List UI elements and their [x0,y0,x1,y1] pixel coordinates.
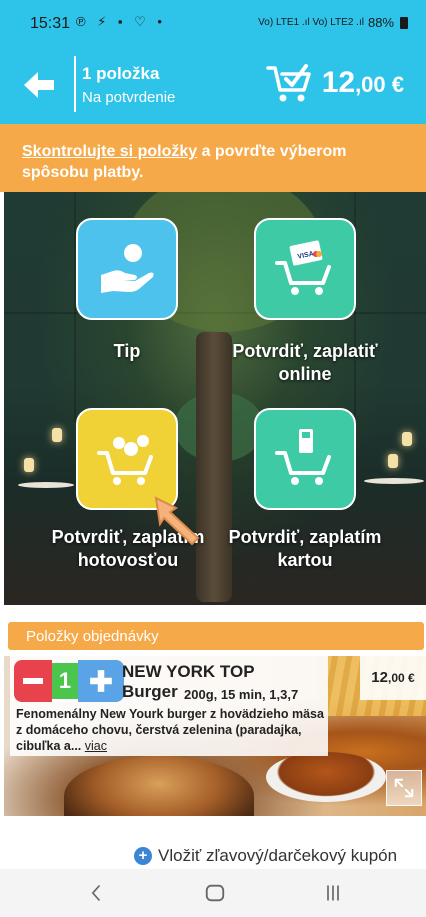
battery-text: 88% [367,15,394,30]
card-cart-icon: VISA [275,240,331,295]
system-navigation-bar [0,869,426,917]
recents-icon [327,885,339,901]
pay-online-button[interactable]: VISA [254,218,356,320]
pay-online-label: Potvrdiť, zaplatiť online [232,341,378,384]
food-image-sauce [266,752,386,802]
table-lamp [402,432,412,446]
coins-cart-icon [97,435,153,485]
minus-icon [23,678,43,684]
hand-coin-icon [101,244,154,293]
status-bar: 15:31 ℗ ⚡ ▪ ♡ • Vo) LTE1 .ıl Vo) LTE2 .ı… [0,0,426,46]
item-name-line2: Burger [122,682,178,701]
item-description-text: Fenomenálny New Yourk burger z hovädzieh… [16,707,324,753]
nav-home-button[interactable] [202,881,228,905]
quantity-stepper: 1 [14,660,124,702]
battery-icon [400,16,408,29]
item-count: 1 položka [82,64,160,83]
quantity-value: 1 [52,660,78,702]
coupon-label: Vložiť zľavový/darčekový kupón [158,846,398,865]
add-coupon-link[interactable]: + Vložiť zľavový/darčekový kupón [134,846,397,866]
plus-icon [90,670,112,692]
table-lamp [52,428,62,442]
header-divider [74,56,76,112]
expand-image-button[interactable] [386,770,422,806]
pay-card-button[interactable] [254,408,356,510]
tip-label: Tip [113,341,141,361]
table-lamp [24,458,34,472]
status-time: 15:31 [30,15,71,32]
total-price-main: 12 [321,66,356,99]
network-icon: Vo) LTE1 .ıl Vo) LTE2 .ıl [258,17,364,28]
nav-recents-button[interactable] [320,881,346,905]
restaurant-table [18,482,74,488]
instruction-banner: Skontrolujte si položky a povrďte výbero… [0,124,426,192]
table-lamp [388,454,398,468]
header-subtitle: Na potvrdenie [82,89,176,106]
increase-quantity-button[interactable] [78,660,124,702]
item-name: NEW YORK TOP [122,662,255,681]
status-system-icons: Vo) LTE1 .ıl Vo) LTE2 .ıl 88% [258,15,408,30]
cart-check-icon[interactable] [266,62,312,104]
pay-card-label: Potvrdiť, zaplatím kartou [228,527,382,570]
item-price-main: 12 [371,669,388,686]
hand-pointer-icon [154,496,200,546]
food-image-burger [64,756,254,816]
nav-back-button[interactable] [84,881,110,905]
back-button[interactable] [22,68,56,102]
terminal-cart-icon [275,429,331,485]
status-notification-icons: ℗ ⚡ ▪ ♡ • [76,14,166,29]
order-item-card[interactable]: 1 NEW YORK TOP Burger 200g, 15 min, 1,3,… [4,656,426,816]
tip-button[interactable] [76,218,178,320]
order-items-header: Položky objednávky [8,622,424,650]
item-price-cents: ,00 € [387,671,415,685]
home-icon [205,884,225,902]
total-price: 12,00 € [322,66,404,100]
expand-icon [394,778,414,798]
more-link[interactable]: viac [85,739,107,753]
restaurant-table [364,478,424,484]
arrow-left-icon [24,72,54,98]
app-header: 1 položka Na potvrdenie 12,00 € [0,46,426,124]
decrease-quantity-button[interactable] [14,660,52,702]
plus-circle-icon: + [134,847,152,865]
review-items-link[interactable]: Skontrolujte si položky [22,143,197,160]
chevron-left-icon [91,884,101,902]
item-meta: 200g, 15 min, 1,3,7 [184,687,299,702]
item-price: 12,00 € [360,656,426,700]
total-price-cents: ,00 € [355,72,404,97]
item-description: Fenomenálny New Yourk burger z hovädzieh… [16,706,324,754]
